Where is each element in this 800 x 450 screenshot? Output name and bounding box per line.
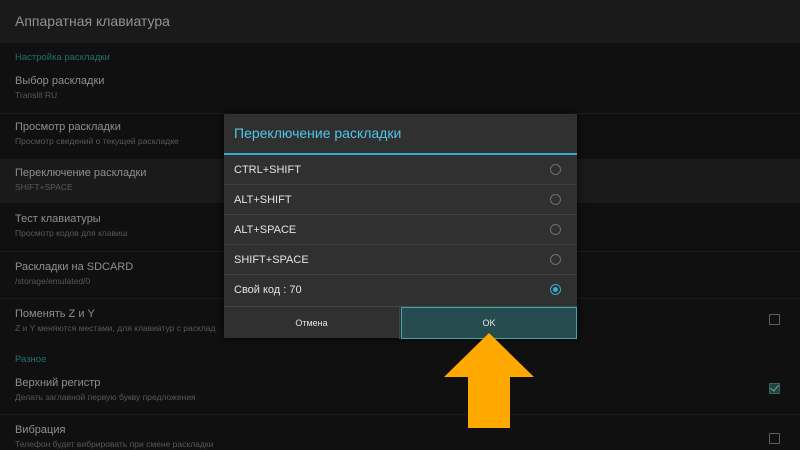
option-label: ALT+SHIFT xyxy=(234,194,292,206)
radio-button[interactable] xyxy=(550,194,561,205)
option-ctrl-shift[interactable]: CTRL+SHIFT xyxy=(224,155,577,185)
option-alt-space[interactable]: ALT+SPACE xyxy=(224,215,577,245)
option-label: ALT+SPACE xyxy=(234,224,297,236)
layout-switch-dialog: Переключение раскладки CTRL+SHIFT ALT+SH… xyxy=(224,114,577,339)
radio-button[interactable] xyxy=(550,224,561,235)
arrow-up-icon xyxy=(444,333,534,428)
dialog-title: Переключение раскладки xyxy=(234,125,402,141)
radio-button[interactable] xyxy=(550,254,561,265)
option-label: CTRL+SHIFT xyxy=(234,164,301,176)
radio-button[interactable] xyxy=(550,164,561,175)
option-alt-shift[interactable]: ALT+SHIFT xyxy=(224,185,577,215)
option-shift-space[interactable]: SHIFT+SPACE xyxy=(224,245,577,275)
radio-button-selected[interactable] xyxy=(550,284,561,295)
option-label: Свой код : 70 xyxy=(234,284,302,296)
option-custom-code[interactable]: Свой код : 70 xyxy=(224,275,577,305)
option-label: SHIFT+SPACE xyxy=(234,254,309,266)
cancel-button[interactable]: Отмена xyxy=(224,307,400,339)
